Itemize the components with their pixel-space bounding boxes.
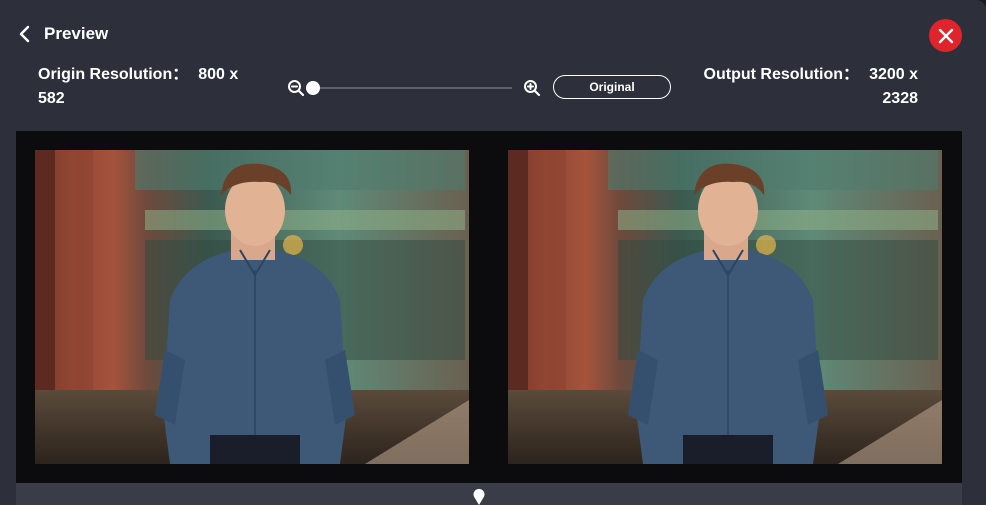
navigator-handle[interactable] [472,488,486,505]
output-resolution-height: 2328 [882,90,918,107]
zoom-in-icon [524,80,541,97]
close-icon [938,28,953,43]
original-image-panel[interactable] [35,150,469,464]
enhanced-image [508,150,942,464]
enhanced-image-panel[interactable] [508,150,942,464]
navigator-strip[interactable] [16,483,962,505]
output-resolution: Output Resolution： 3200 x 2328 [678,63,918,111]
output-resolution-width: 3200 x [869,66,918,83]
output-resolution-label: Output Resolution： [703,66,860,83]
origin-resolution-width: 800 x [198,66,239,83]
origin-resolution-height: 582 [38,90,65,107]
zoom-out-button[interactable] [287,79,305,97]
compare-viewport[interactable] [16,131,962,483]
origin-resolution-label: Origin Resolution： [38,66,189,83]
origin-resolution: Origin Resolution： 800 x 582 [38,63,278,111]
zoom-out-icon [288,80,305,97]
original-image [35,150,469,464]
zoom-slider-thumb[interactable] [306,81,320,95]
back-button[interactable] [14,22,36,46]
map-pin-icon [473,488,485,505]
zoom-slider-track[interactable] [312,87,512,89]
preview-dialog: Preview Origin Resolution： 800 x 582 Orig… [0,0,986,505]
chevron-left-icon [19,25,30,43]
zoom-in-button[interactable] [523,79,541,97]
page-title: Preview [44,24,109,43]
close-button[interactable] [929,19,962,52]
original-button[interactable]: Original [553,75,671,99]
